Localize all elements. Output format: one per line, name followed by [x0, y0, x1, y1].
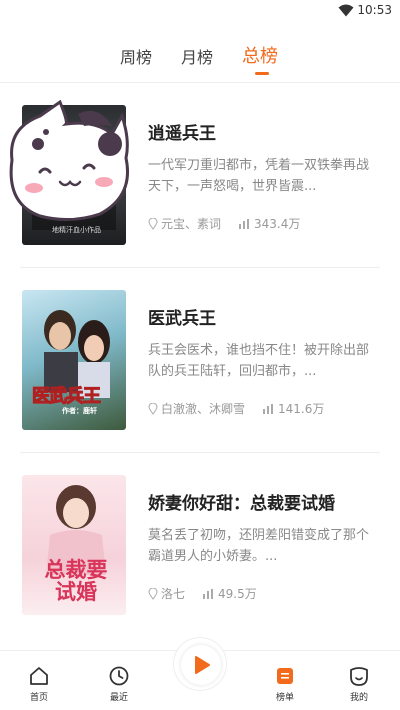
author-icon [148, 402, 158, 415]
book-meta: 白澈澈、沐卿雪 141.6万 [148, 400, 324, 417]
author-icon [148, 217, 158, 230]
ranking-tabs: 周榜 月榜 总榜 [0, 34, 400, 82]
clock-icon [109, 666, 129, 686]
book-popularity: 343.4万 [254, 217, 301, 231]
nav-recent[interactable]: 最近 [94, 665, 144, 703]
book-title[interactable]: 娇妻你好甜：总裁要试婚 [148, 489, 335, 514]
nav-home-label: 首页 [29, 693, 48, 703]
active-tab-indicator [255, 72, 269, 75]
nav-rankings[interactable]: 榜单 [260, 665, 310, 703]
ranking-icon [277, 668, 293, 684]
book-authors: 白澈澈、沐卿雪 [161, 402, 246, 416]
book-title[interactable]: 医武兵王 [148, 304, 216, 329]
book-description: 莫名丢了初吻，还阴差阳错变成了那个霸道男人的小娇妻。... [148, 528, 370, 564]
nav-home[interactable]: 首页 [14, 665, 64, 703]
status-bar: 10:53 [0, 0, 400, 22]
nav-rankings-label: 榜单 [275, 693, 294, 703]
cover-caption: 总裁要试婚 [44, 558, 108, 604]
book-authors: 洛七 [161, 587, 186, 601]
book-description: 一代军刀重归都市，凭着一双铁拳再战天下，一声怒喝，世界皆震... [148, 158, 370, 194]
home-icon [30, 667, 48, 685]
book-cover[interactable]: 总裁要试婚 [22, 475, 126, 615]
nav-profile-label: 我的 [349, 693, 368, 703]
book-popularity: 49.5万 [218, 587, 257, 601]
popularity-icon [263, 403, 274, 414]
book-description: 兵王会医术，谁也挡不住！被开除出部队的兵王陆轩，回归都市，... [148, 343, 370, 379]
book-cover[interactable]: 医武兵王 作者：鹿轩 [22, 290, 126, 430]
book-item[interactable]: 医武兵王 作者：鹿轩 医武兵王 兵王会医术，谁也挡不住！被开除出部队的兵王陆轩，… [0, 268, 400, 453]
profile-icon [350, 667, 368, 686]
cat-sticker[interactable] [0, 100, 140, 225]
nav-profile[interactable]: 我的 [334, 665, 384, 703]
nav-recent-label: 最近 [109, 693, 128, 703]
popularity-icon [203, 588, 214, 599]
book-item[interactable]: 总裁要试婚 娇妻你好甜：总裁要试婚 莫名丢了初吻，还阴差阳错变成了那个霸道男人的… [0, 453, 400, 638]
book-meta: 洛七 49.5万 [148, 585, 257, 602]
popularity-icon [239, 218, 250, 229]
tab-monthly[interactable]: 月榜 [181, 44, 213, 68]
play-button[interactable] [173, 637, 227, 691]
cover-author: 作者：鹿轩 [62, 407, 97, 415]
cover-caption: 医武兵王 [32, 386, 102, 408]
wifi-icon [338, 4, 354, 17]
tab-weekly[interactable]: 周榜 [120, 44, 152, 68]
book-popularity: 141.6万 [278, 402, 325, 416]
status-time: 10:53 [357, 3, 392, 17]
book-authors: 元宝、素词 [161, 217, 222, 231]
cover-caption: 地精汗血小作品 [52, 226, 101, 234]
book-title[interactable]: 逍遥兵王 [148, 119, 216, 144]
bottom-nav: 首页 最近 榜单 我的 [0, 637, 400, 710]
tab-overall[interactable]: 总榜 [242, 42, 278, 68]
play-icon [195, 656, 210, 674]
author-icon [148, 587, 158, 600]
book-meta: 元宝、素词 343.4万 [148, 215, 300, 232]
